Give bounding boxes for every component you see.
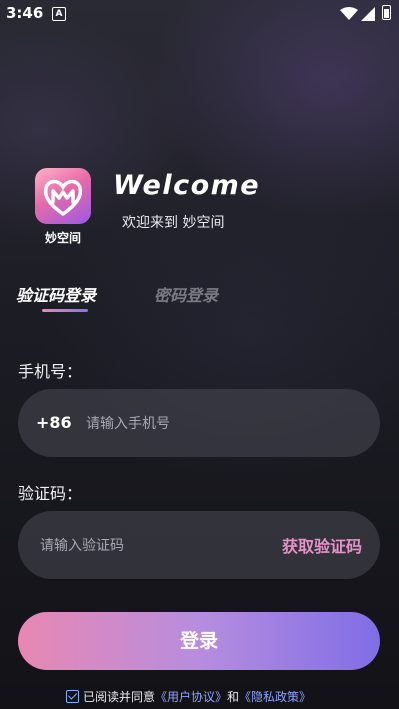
signal-icon: [361, 6, 376, 25]
welcome-title: Welcome: [113, 170, 261, 201]
agreement-conjunction: 和: [227, 690, 240, 704]
agreement-text: 已阅读并同意《用户协议》和《隐私政策》: [83, 688, 311, 705]
login-button[interactable]: 登录: [18, 612, 380, 670]
agreement-checkbox[interactable]: [66, 690, 79, 703]
notification-a-icon: A: [52, 7, 66, 21]
welcome-subtitle: 欢迎来到 妙空间: [122, 215, 225, 231]
status-bar: 3:46 A: [0, 0, 399, 28]
get-code-button[interactable]: 获取验证码: [282, 533, 362, 557]
verification-code-field[interactable]: 获取验证码: [18, 511, 380, 579]
status-time: 3:46: [6, 4, 44, 22]
phone-label: 手机号：: [18, 362, 83, 381]
agreement-prefix: 已阅读并同意: [83, 690, 156, 704]
app-name: 妙空间: [44, 231, 81, 245]
app-logo: [35, 168, 91, 224]
tab-sms-login[interactable]: 验证码登录: [16, 282, 96, 306]
phone-input[interactable]: [84, 411, 358, 437]
verification-code-input[interactable]: [38, 533, 262, 559]
active-tab-indicator: [42, 309, 88, 312]
verification-code-label: 验证码：: [18, 484, 83, 503]
privacy-policy-link[interactable]: 《隐私政策》: [239, 690, 311, 704]
logo-heart-icon: [43, 179, 83, 217]
user-agreement-link[interactable]: 《用户协议》: [155, 690, 227, 704]
battery-icon: [382, 5, 391, 20]
country-code[interactable]: +86: [36, 413, 72, 432]
phone-field[interactable]: +86: [18, 389, 380, 457]
wifi-icon: [340, 6, 358, 25]
tab-password-login[interactable]: 密码登录: [154, 282, 218, 306]
